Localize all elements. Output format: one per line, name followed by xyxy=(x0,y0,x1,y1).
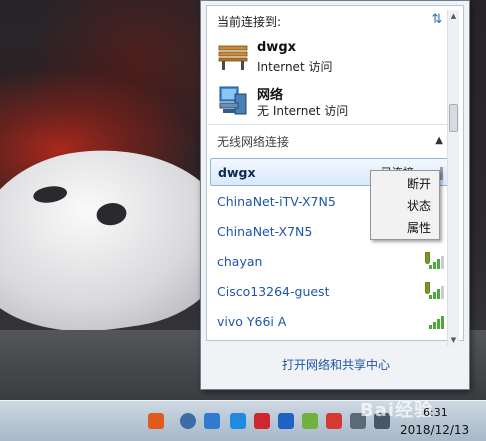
bench-icon xyxy=(217,40,249,72)
connection-status: Internet 访问 xyxy=(257,60,333,74)
menu-item-status[interactable]: 状态 xyxy=(371,195,439,217)
divider xyxy=(208,124,453,125)
wps-icon[interactable] xyxy=(230,413,246,429)
signal-strength-icon xyxy=(429,315,445,329)
connection-name: dwgx xyxy=(257,40,297,55)
wifi-name: Cisco13264-guest xyxy=(217,284,330,299)
bluetooth-icon[interactable] xyxy=(278,413,294,429)
wireless-section-title: 无线网络连接 xyxy=(217,135,290,149)
refresh-icon[interactable]: ⇅ xyxy=(429,12,445,28)
current-connection-header: 当前连接到: xyxy=(217,15,282,29)
mcafee-icon[interactable] xyxy=(254,413,270,429)
mask-eye-right xyxy=(95,201,128,228)
wifi-name: dwgx xyxy=(218,165,256,180)
secured-signal-icon xyxy=(425,252,445,269)
scroll-up-icon[interactable]: ▲ xyxy=(448,10,459,22)
collapse-chevron-icon[interactable]: ▲ xyxy=(435,135,443,146)
current-connection-network: 网络 无 Internet 访问 xyxy=(217,84,437,120)
connection-status: 无 Internet 访问 xyxy=(257,104,349,118)
scroll-down-icon[interactable]: ▼ xyxy=(448,334,459,346)
wifi-name: chayan xyxy=(217,254,263,269)
wifi-item[interactable]: chayan xyxy=(210,248,451,276)
connection-name: 网络 xyxy=(257,88,284,103)
open-network-sharing-center-link[interactable]: 打开网络和共享中心 xyxy=(201,356,471,373)
secured-signal-icon xyxy=(425,282,445,299)
wifi-name: ChinaNet-iTV-X7N5 xyxy=(217,194,336,209)
network-icon xyxy=(217,84,249,116)
paw-icon[interactable] xyxy=(180,413,196,429)
shield-icon xyxy=(425,282,430,294)
current-connection-dwgx: dwgx Internet 访问 xyxy=(217,40,437,76)
menu-item-properties[interactable]: 属性 xyxy=(371,217,439,239)
flag-icon[interactable] xyxy=(326,413,342,429)
security-icon[interactable] xyxy=(302,413,318,429)
clock-time[interactable]: 6:31 xyxy=(423,406,448,419)
scrollbar[interactable]: ▲ ▼ xyxy=(447,10,459,346)
wifi-item[interactable]: vivo Y66i A xyxy=(210,308,451,336)
sogou-input-icon[interactable] xyxy=(148,413,164,429)
wifi-name: ChinaNet-X7N5 xyxy=(217,224,313,239)
menu-item-disconnect[interactable]: 断开 xyxy=(371,173,439,195)
shield-icon xyxy=(425,252,430,264)
mask-eye-left xyxy=(32,184,69,205)
scroll-thumb[interactable] xyxy=(449,104,458,132)
app-icon[interactable] xyxy=(204,413,220,429)
wifi-item[interactable]: Cisco13264-guest xyxy=(210,278,451,306)
wifi-name: vivo Y66i A xyxy=(217,314,287,329)
context-menu: 断开 状态 属性 xyxy=(370,170,440,240)
clock-date[interactable]: 2018/12/13 xyxy=(400,423,469,437)
